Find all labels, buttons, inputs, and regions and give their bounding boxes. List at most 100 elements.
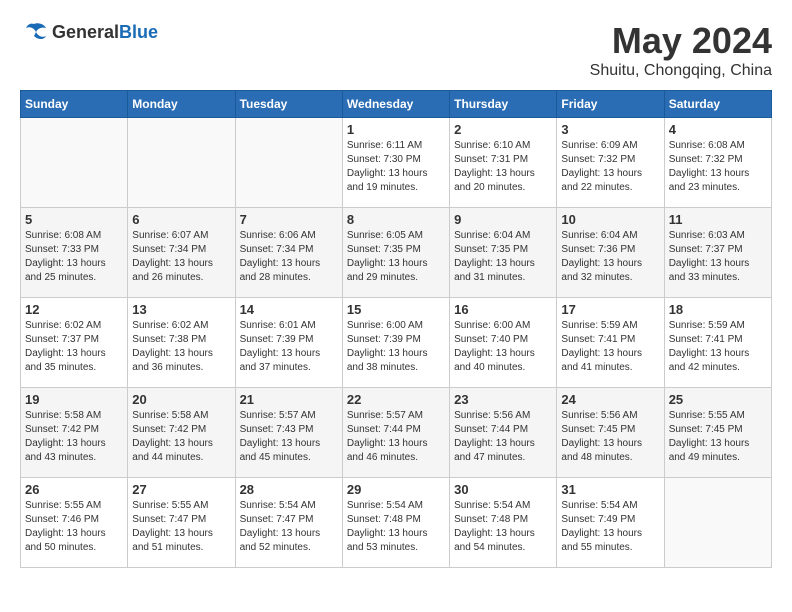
day-info: Sunrise: 5:58 AM Sunset: 7:42 PM Dayligh… <box>132 409 230 465</box>
day-info: Sunrise: 5:56 AM Sunset: 7:44 PM Dayligh… <box>454 409 552 465</box>
calendar-cell: 23Sunrise: 5:56 AM Sunset: 7:44 PM Dayli… <box>450 388 557 478</box>
day-info: Sunrise: 6:09 AM Sunset: 7:32 PM Dayligh… <box>561 139 659 195</box>
day-number: 17 <box>561 302 659 317</box>
calendar-week-3: 12Sunrise: 6:02 AM Sunset: 7:37 PM Dayli… <box>21 298 772 388</box>
day-number: 30 <box>454 482 552 497</box>
calendar-cell: 17 Sunrise: 5:59 AM Sunset: 7:41 PM Dayli… <box>557 298 664 388</box>
calendar-week-1: 1Sunrise: 6:11 AM Sunset: 7:30 PM Daylig… <box>21 118 772 208</box>
calendar-cell: 26 Sunrise: 5:55 AM Sunset: 7:46 PM Dayli… <box>21 478 128 568</box>
day-number: 9 <box>454 212 552 227</box>
calendar-cell <box>128 118 235 208</box>
calendar-cell: 24 Sunrise: 5:56 AM Sunset: 7:45 PM Dayli… <box>557 388 664 478</box>
day-number: 16 <box>454 302 552 317</box>
calendar-cell: 19 Sunrise: 5:58 AM Sunset: 7:42 PM Dayli… <box>21 388 128 478</box>
day-info: Sunrise: 6:01 AM Sunset: 7:39 PM Dayligh… <box>240 319 338 375</box>
logo-text: GeneralBlue <box>52 22 158 43</box>
calendar-cell: 21Sunrise: 5:57 AM Sunset: 7:43 PM Dayli… <box>235 388 342 478</box>
day-info: Sunrise: 5:57 AM Sunset: 7:44 PM Dayligh… <box>347 409 445 465</box>
day-info: Sunrise: 6:04 AM Sunset: 7:35 PM Dayligh… <box>454 229 552 285</box>
day-number: 24 <box>561 392 659 407</box>
day-info: Sunrise: 6:05 AM Sunset: 7:35 PM Dayligh… <box>347 229 445 285</box>
day-number: 10 <box>561 212 659 227</box>
col-tuesday: Tuesday <box>235 91 342 118</box>
calendar-cell: 25 Sunrise: 5:55 AM Sunset: 7:45 PM Dayli… <box>664 388 771 478</box>
day-info: Sunrise: 5:54 AM Sunset: 7:48 PM Dayligh… <box>454 499 552 555</box>
col-thursday: Thursday <box>450 91 557 118</box>
day-info: Sunrise: 6:10 AM Sunset: 7:31 PM Dayligh… <box>454 139 552 195</box>
calendar-cell: 9 Sunrise: 6:04 AM Sunset: 7:35 PM Daylig… <box>450 208 557 298</box>
day-info: Sunrise: 5:57 AM Sunset: 7:43 PM Dayligh… <box>240 409 338 465</box>
calendar-cell: 22Sunrise: 5:57 AM Sunset: 7:44 PM Dayli… <box>342 388 449 478</box>
day-info: Sunrise: 6:00 AM Sunset: 7:39 PM Dayligh… <box>347 319 445 375</box>
month-year: May 2024 <box>590 20 772 62</box>
calendar-week-5: 26 Sunrise: 5:55 AM Sunset: 7:46 PM Dayli… <box>21 478 772 568</box>
title-block: May 2024 Shuitu, Chongqing, China <box>590 20 772 80</box>
calendar-cell: 2 Sunrise: 6:10 AM Sunset: 7:31 PM Daylig… <box>450 118 557 208</box>
calendar-cell: 16Sunrise: 6:00 AM Sunset: 7:40 PM Dayli… <box>450 298 557 388</box>
day-info: Sunrise: 5:55 AM Sunset: 7:46 PM Dayligh… <box>25 499 123 555</box>
col-wednesday: Wednesday <box>342 91 449 118</box>
calendar-cell: 12Sunrise: 6:02 AM Sunset: 7:37 PM Dayli… <box>21 298 128 388</box>
calendar-week-2: 5Sunrise: 6:08 AM Sunset: 7:33 PM Daylig… <box>21 208 772 298</box>
day-info: Sunrise: 5:55 AM Sunset: 7:45 PM Dayligh… <box>669 409 767 465</box>
day-info: Sunrise: 5:56 AM Sunset: 7:45 PM Dayligh… <box>561 409 659 465</box>
day-info: Sunrise: 5:54 AM Sunset: 7:49 PM Dayligh… <box>561 499 659 555</box>
logo: GeneralBlue <box>20 20 158 44</box>
day-info: Sunrise: 5:59 AM Sunset: 7:41 PM Dayligh… <box>561 319 659 375</box>
day-number: 6 <box>132 212 230 227</box>
calendar-table: Sunday Monday Tuesday Wednesday Thursday… <box>20 90 772 568</box>
calendar-cell: 29Sunrise: 5:54 AM Sunset: 7:48 PM Dayli… <box>342 478 449 568</box>
calendar-cell <box>235 118 342 208</box>
calendar-cell: 4 Sunrise: 6:08 AM Sunset: 7:32 PM Daylig… <box>664 118 771 208</box>
calendar-cell: 5Sunrise: 6:08 AM Sunset: 7:33 PM Daylig… <box>21 208 128 298</box>
calendar-header: Sunday Monday Tuesday Wednesday Thursday… <box>21 91 772 118</box>
day-number: 14 <box>240 302 338 317</box>
day-number: 12 <box>25 302 123 317</box>
day-number: 19 <box>25 392 123 407</box>
calendar-body: 1Sunrise: 6:11 AM Sunset: 7:30 PM Daylig… <box>21 118 772 568</box>
day-info: Sunrise: 5:54 AM Sunset: 7:47 PM Dayligh… <box>240 499 338 555</box>
calendar-week-4: 19 Sunrise: 5:58 AM Sunset: 7:42 PM Dayli… <box>21 388 772 478</box>
logo-general: General <box>52 22 119 42</box>
day-info: Sunrise: 5:59 AM Sunset: 7:41 PM Dayligh… <box>669 319 767 375</box>
day-number: 7 <box>240 212 338 227</box>
day-number: 4 <box>669 122 767 137</box>
calendar-cell: 3 Sunrise: 6:09 AM Sunset: 7:32 PM Daylig… <box>557 118 664 208</box>
col-sunday: Sunday <box>21 91 128 118</box>
day-number: 15 <box>347 302 445 317</box>
day-number: 20 <box>132 392 230 407</box>
calendar-cell: 7 Sunrise: 6:06 AM Sunset: 7:34 PM Daylig… <box>235 208 342 298</box>
page-header: GeneralBlue May 2024 Shuitu, Chongqing, … <box>20 20 772 80</box>
calendar-cell: 30 Sunrise: 5:54 AM Sunset: 7:48 PM Dayli… <box>450 478 557 568</box>
day-info: Sunrise: 6:04 AM Sunset: 7:36 PM Dayligh… <box>561 229 659 285</box>
header-row: Sunday Monday Tuesday Wednesday Thursday… <box>21 91 772 118</box>
calendar-cell: 18 Sunrise: 5:59 AM Sunset: 7:41 PM Dayli… <box>664 298 771 388</box>
calendar-cell: 11Sunrise: 6:03 AM Sunset: 7:37 PM Dayli… <box>664 208 771 298</box>
day-number: 2 <box>454 122 552 137</box>
day-number: 26 <box>25 482 123 497</box>
day-number: 3 <box>561 122 659 137</box>
day-info: Sunrise: 6:11 AM Sunset: 7:30 PM Dayligh… <box>347 139 445 195</box>
calendar-cell: 13Sunrise: 6:02 AM Sunset: 7:38 PM Dayli… <box>128 298 235 388</box>
day-info: Sunrise: 6:08 AM Sunset: 7:33 PM Dayligh… <box>25 229 123 285</box>
logo-blue: Blue <box>119 22 158 42</box>
day-number: 25 <box>669 392 767 407</box>
day-number: 31 <box>561 482 659 497</box>
calendar-cell: 10 Sunrise: 6:04 AM Sunset: 7:36 PM Dayli… <box>557 208 664 298</box>
day-info: Sunrise: 5:58 AM Sunset: 7:42 PM Dayligh… <box>25 409 123 465</box>
day-info: Sunrise: 6:08 AM Sunset: 7:32 PM Dayligh… <box>669 139 767 195</box>
day-info: Sunrise: 6:03 AM Sunset: 7:37 PM Dayligh… <box>669 229 767 285</box>
calendar-cell <box>664 478 771 568</box>
day-number: 27 <box>132 482 230 497</box>
col-saturday: Saturday <box>664 91 771 118</box>
calendar-cell: 31 Sunrise: 5:54 AM Sunset: 7:49 PM Dayli… <box>557 478 664 568</box>
day-info: Sunrise: 6:06 AM Sunset: 7:34 PM Dayligh… <box>240 229 338 285</box>
calendar-cell: 8Sunrise: 6:05 AM Sunset: 7:35 PM Daylig… <box>342 208 449 298</box>
day-number: 29 <box>347 482 445 497</box>
calendar-cell: 1Sunrise: 6:11 AM Sunset: 7:30 PM Daylig… <box>342 118 449 208</box>
calendar-cell: 15 Sunrise: 6:00 AM Sunset: 7:39 PM Dayli… <box>342 298 449 388</box>
day-info: Sunrise: 6:07 AM Sunset: 7:34 PM Dayligh… <box>132 229 230 285</box>
calendar-cell: 28Sunrise: 5:54 AM Sunset: 7:47 PM Dayli… <box>235 478 342 568</box>
col-friday: Friday <box>557 91 664 118</box>
day-number: 18 <box>669 302 767 317</box>
